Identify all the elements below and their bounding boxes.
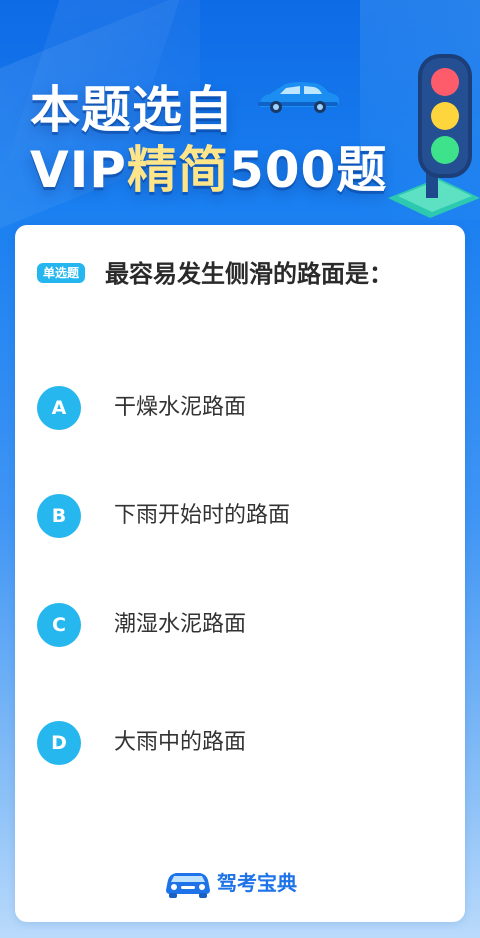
option-letter: D bbox=[37, 721, 81, 765]
title-vip: VIP bbox=[30, 141, 127, 199]
option-a[interactable]: A 干燥水泥路面 bbox=[37, 386, 437, 430]
brand-name: 驾考宝典 bbox=[217, 871, 297, 895]
option-letter: C bbox=[37, 603, 81, 647]
title-highlight: 精简 bbox=[126, 141, 229, 199]
option-letter: B bbox=[37, 494, 81, 538]
traffic-light-icon bbox=[388, 54, 480, 218]
option-letter: A bbox=[37, 386, 81, 430]
car-icon bbox=[258, 82, 340, 113]
title-line-2: VIP精简500题 bbox=[30, 130, 387, 202]
option-text: 大雨中的路面 bbox=[114, 730, 247, 755]
car-logo-icon bbox=[166, 873, 210, 898]
header-banner: 本题选自 VIP精简500题 bbox=[0, 0, 480, 225]
question-card: 最容易发生侧滑的路面是： 单选题 A 干燥水泥路面 B 下雨开始时的路面 C 潮… bbox=[15, 225, 465, 922]
option-text: 下雨开始时的路面 bbox=[114, 503, 291, 528]
option-text: 潮湿水泥路面 bbox=[114, 612, 247, 637]
question-type-badge: 单选题 bbox=[37, 263, 86, 283]
option-c[interactable]: C 潮湿水泥路面 bbox=[37, 603, 437, 647]
question-text: 最容易发生侧滑的路面是： bbox=[105, 260, 393, 288]
option-b[interactable]: B 下雨开始时的路面 bbox=[37, 494, 437, 538]
option-d[interactable]: D 大雨中的路面 bbox=[37, 721, 437, 765]
option-text: 干燥水泥路面 bbox=[114, 395, 247, 420]
title-rest: 500题 bbox=[228, 141, 388, 199]
